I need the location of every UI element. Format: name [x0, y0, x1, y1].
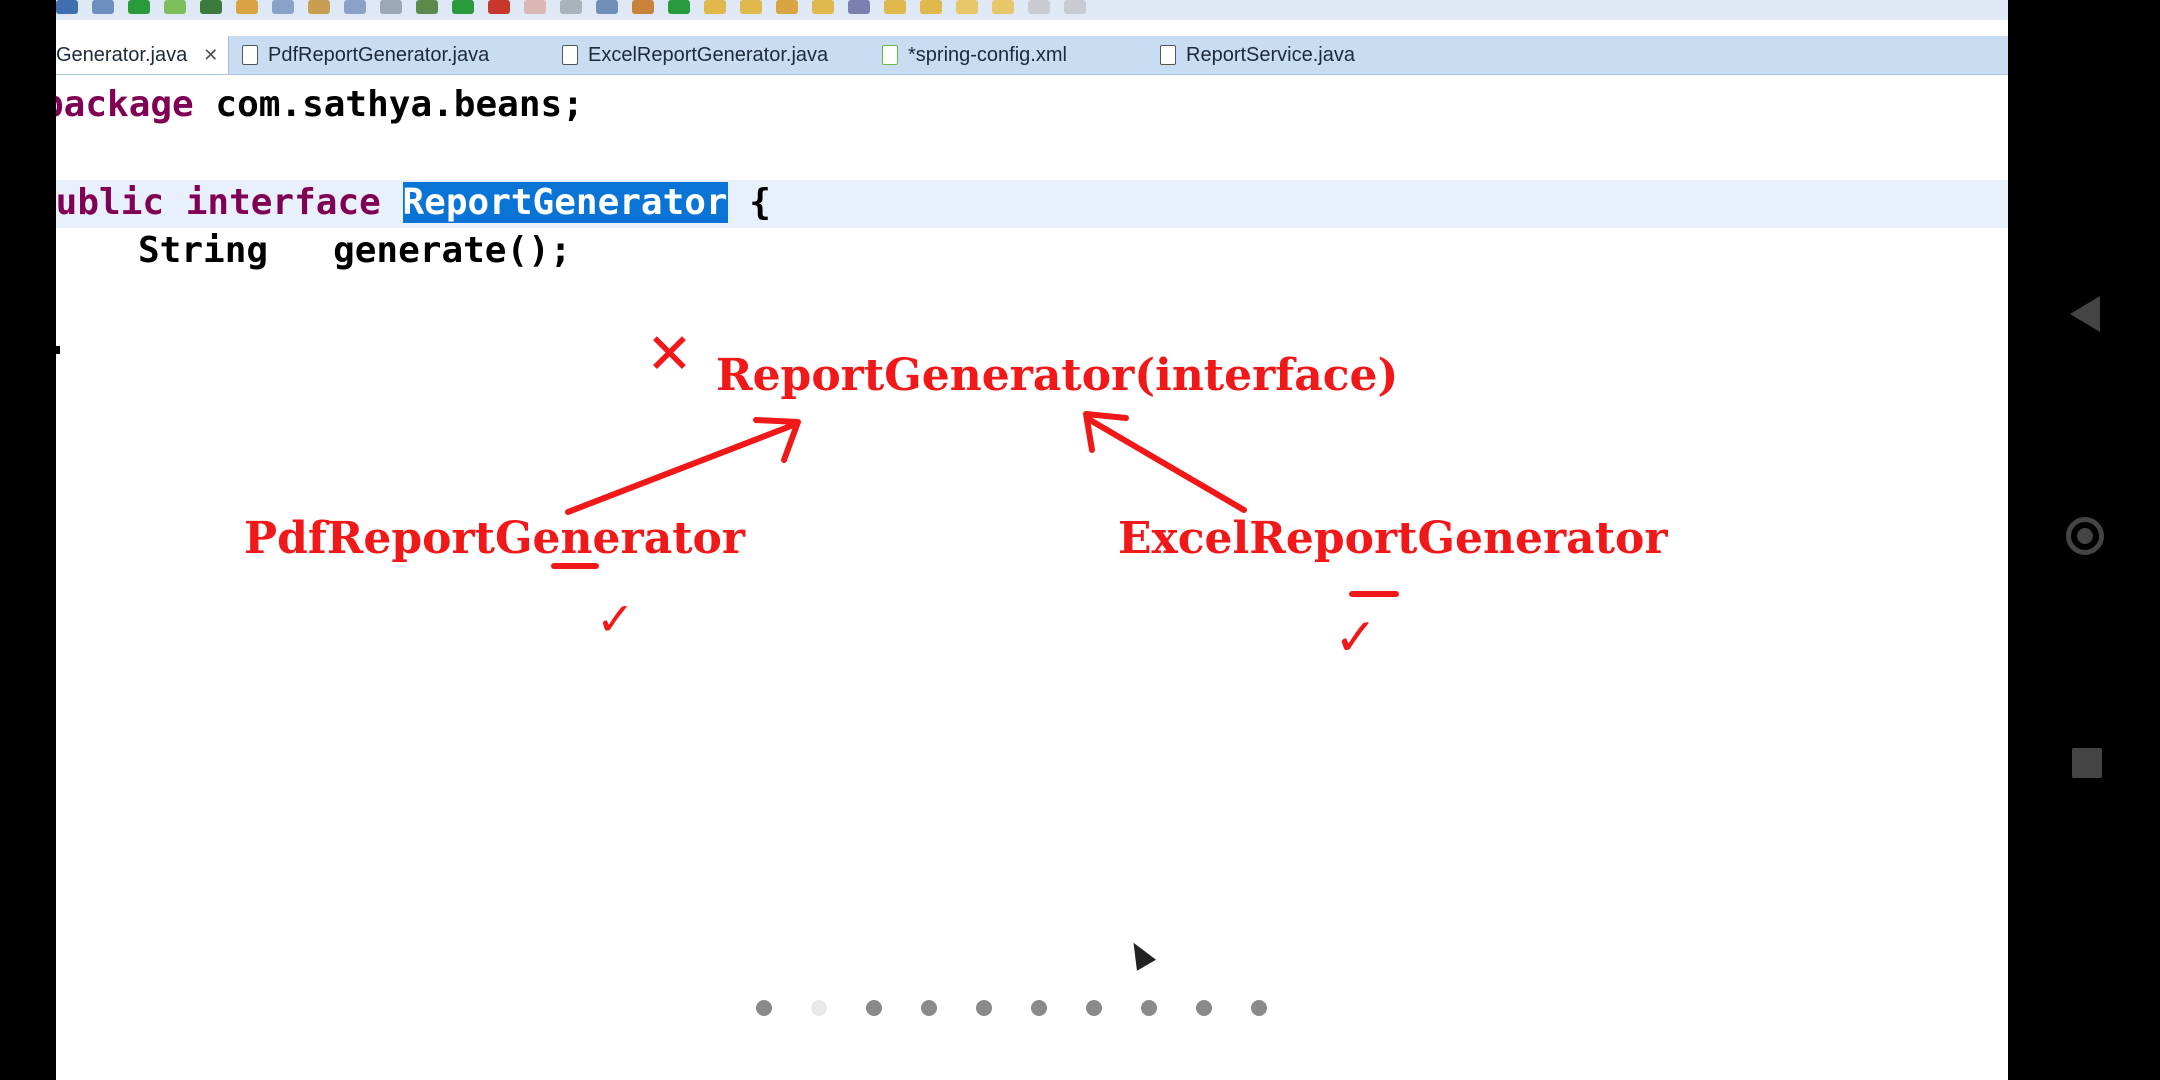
annotation-strokes [551, 411, 1399, 597]
page-dot[interactable] [976, 1000, 992, 1016]
arrow-left-to-interface [565, 421, 799, 515]
screen: Generator.java ✕ PdfReportGenerator.java… [56, 0, 2008, 1080]
page-dot[interactable] [1086, 1000, 1102, 1016]
page-dot[interactable] [1141, 1000, 1157, 1016]
back-triangle-icon[interactable] [2070, 296, 2100, 332]
page-indicator [756, 1000, 1267, 1016]
page-dot[interactable] [811, 1000, 827, 1016]
page-dot[interactable] [1251, 1000, 1267, 1016]
page-dot[interactable] [1031, 1000, 1047, 1016]
android-nav-bar [2030, 0, 2160, 1080]
page-dot[interactable] [866, 1000, 882, 1016]
arrow-right-to-interface [1087, 417, 1247, 513]
home-circle-icon[interactable] [2066, 517, 2104, 555]
page-dot[interactable] [921, 1000, 937, 1016]
page-dot[interactable] [1196, 1000, 1212, 1016]
page-dot[interactable] [756, 1000, 772, 1016]
recents-square-icon[interactable] [2072, 748, 2102, 778]
home-circle-core [2077, 528, 2093, 544]
